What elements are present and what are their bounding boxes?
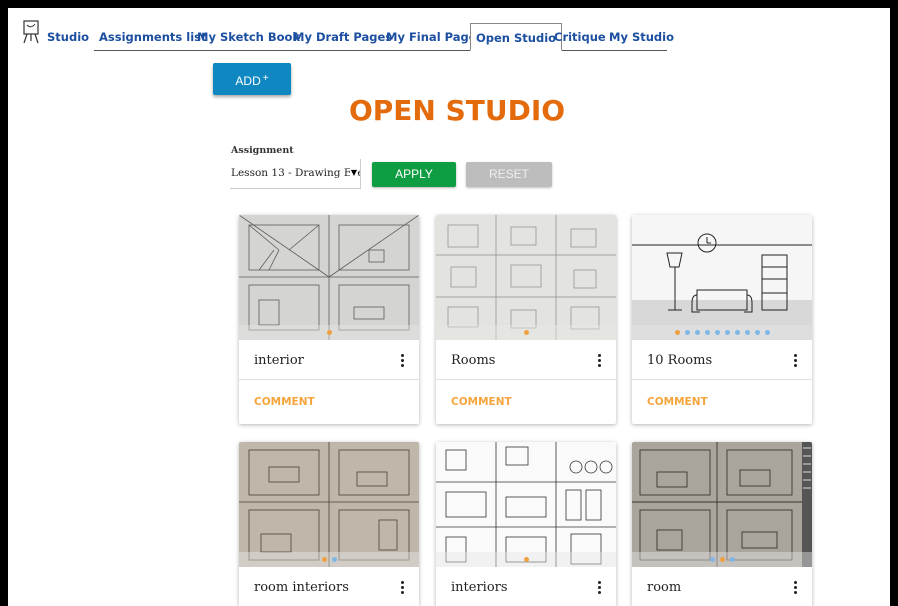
carousel-dot[interactable]: [719, 557, 725, 562]
card-title[interactable]: interior: [254, 353, 304, 368]
dropdown-arrow-icon: ▼: [349, 159, 357, 187]
carousel-dots[interactable]: [239, 552, 419, 567]
carousel-dots[interactable]: [632, 552, 812, 567]
more-vert-icon[interactable]: [598, 354, 602, 368]
sketch-thumbnail[interactable]: [436, 442, 616, 567]
card-title[interactable]: room interiors: [254, 580, 349, 595]
carousel-dot[interactable]: [694, 330, 700, 335]
carousel-dot[interactable]: [321, 557, 327, 562]
assignment-select-value: Lesson 13 - Drawing Exercise: [231, 167, 360, 179]
carousel-dot[interactable]: [724, 330, 730, 335]
easel-icon[interactable]: [22, 20, 40, 44]
carousel-dot[interactable]: [744, 330, 750, 335]
carousel-dot[interactable]: [704, 330, 710, 335]
more-vert-icon[interactable]: [401, 354, 405, 368]
sketch-thumbnail[interactable]: [436, 215, 616, 340]
carousel-dot[interactable]: [331, 557, 337, 562]
assignment-select[interactable]: Lesson 13 - Drawing Exercise ▼: [230, 159, 361, 189]
carousel-dot[interactable]: [709, 557, 715, 562]
carousel-dot[interactable]: [523, 330, 529, 335]
assignment-label: Assignment: [231, 145, 294, 156]
sketch-thumbnail[interactable]: [239, 442, 419, 567]
nav-my-final-pages[interactable]: My Final Pages: [386, 30, 483, 44]
carousel-dots[interactable]: [632, 325, 812, 340]
comment-button[interactable]: COMMENT: [254, 396, 315, 408]
card-title[interactable]: 10 Rooms: [647, 353, 712, 368]
nav-my-draft-pages[interactable]: My Draft Pages: [293, 30, 392, 44]
page: Studio Assignments list My Sketch Book M…: [8, 8, 890, 606]
top-nav: Studio Assignments list My Sketch Book M…: [8, 8, 890, 54]
studio-card[interactable]: interior COMMENT: [239, 215, 419, 424]
add-button[interactable]: ADD +: [213, 63, 291, 95]
studio-card[interactable]: room: [632, 442, 812, 606]
studio-card[interactable]: 10 Rooms COMMENT: [632, 215, 812, 424]
carousel-dot[interactable]: [674, 330, 680, 335]
carousel-dot[interactable]: [326, 330, 332, 335]
carousel-dot[interactable]: [734, 330, 740, 335]
apply-button[interactable]: APPLY: [372, 162, 456, 187]
add-button-label: ADD: [235, 74, 261, 88]
nav-studio[interactable]: Studio: [47, 30, 89, 44]
carousel-dot[interactable]: [764, 330, 770, 335]
sketch-thumbnail[interactable]: [632, 442, 812, 567]
nav-open-studio[interactable]: Open Studio: [470, 23, 563, 51]
reset-button[interactable]: RESET: [466, 162, 552, 187]
comment-button[interactable]: COMMENT: [647, 396, 708, 408]
carousel-dot[interactable]: [754, 330, 760, 335]
studio-card[interactable]: Rooms COMMENT: [436, 215, 616, 424]
nav-assignments-list[interactable]: Assignments list: [99, 30, 207, 44]
carousel-dot[interactable]: [523, 557, 529, 562]
nav-critique[interactable]: Critique: [554, 30, 606, 44]
carousel-dots[interactable]: [436, 552, 616, 567]
carousel-dots[interactable]: [239, 325, 419, 340]
page-title: OPEN STUDIO: [348, 94, 566, 127]
nav-my-sketch-book[interactable]: My Sketch Book: [197, 30, 300, 44]
more-vert-icon[interactable]: [794, 581, 798, 595]
nav-my-studio[interactable]: My Studio: [609, 30, 674, 44]
studio-card[interactable]: interiors: [436, 442, 616, 606]
carousel-dot[interactable]: [684, 330, 690, 335]
more-vert-icon[interactable]: [794, 354, 798, 368]
card-title[interactable]: room: [647, 580, 681, 595]
sketch-thumbnail[interactable]: [632, 215, 812, 340]
more-vert-icon[interactable]: [401, 581, 405, 595]
comment-button[interactable]: COMMENT: [451, 396, 512, 408]
sketch-thumbnail[interactable]: [239, 215, 419, 340]
more-vert-icon[interactable]: [598, 581, 602, 595]
studio-card[interactable]: room interiors: [239, 442, 419, 606]
carousel-dot[interactable]: [729, 557, 735, 562]
nav-divider: [94, 50, 667, 51]
carousel-dot[interactable]: [714, 330, 720, 335]
card-title[interactable]: Rooms: [451, 353, 495, 368]
carousel-dots[interactable]: [436, 325, 616, 340]
plus-icon: +: [262, 73, 269, 84]
card-title[interactable]: interiors: [451, 580, 508, 595]
